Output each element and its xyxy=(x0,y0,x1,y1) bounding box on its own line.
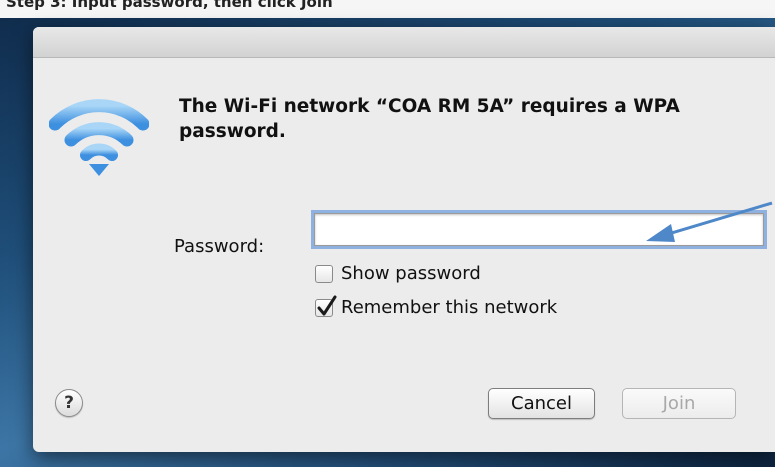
remember-network-label: Remember this network xyxy=(341,297,558,318)
show-password-row[interactable]: Show password xyxy=(315,263,481,284)
remember-network-row[interactable]: Remember this network xyxy=(315,295,558,318)
show-password-label: Show password xyxy=(341,263,481,284)
dialog-titlebar xyxy=(33,27,775,58)
show-password-checkbox[interactable] xyxy=(315,264,333,283)
header-caption: Step 3: Input password, then click Join xyxy=(0,0,775,18)
password-input[interactable] xyxy=(314,213,764,246)
wifi-icon xyxy=(49,99,149,176)
password-label: Password: xyxy=(174,236,265,257)
help-button[interactable]: ? xyxy=(55,389,83,417)
remember-network-checkbox[interactable] xyxy=(315,295,337,317)
wifi-password-dialog: The Wi-Fi network “COA RM 5A” requires a… xyxy=(33,27,775,452)
checkmark-icon xyxy=(317,295,337,315)
cancel-button[interactable]: Cancel xyxy=(488,388,595,419)
header-caption-text: Step 3: Input password, then click Join xyxy=(6,0,333,11)
join-button[interactable]: Join xyxy=(622,388,736,419)
dialog-message: The Wi-Fi network “COA RM 5A” requires a… xyxy=(179,96,680,142)
